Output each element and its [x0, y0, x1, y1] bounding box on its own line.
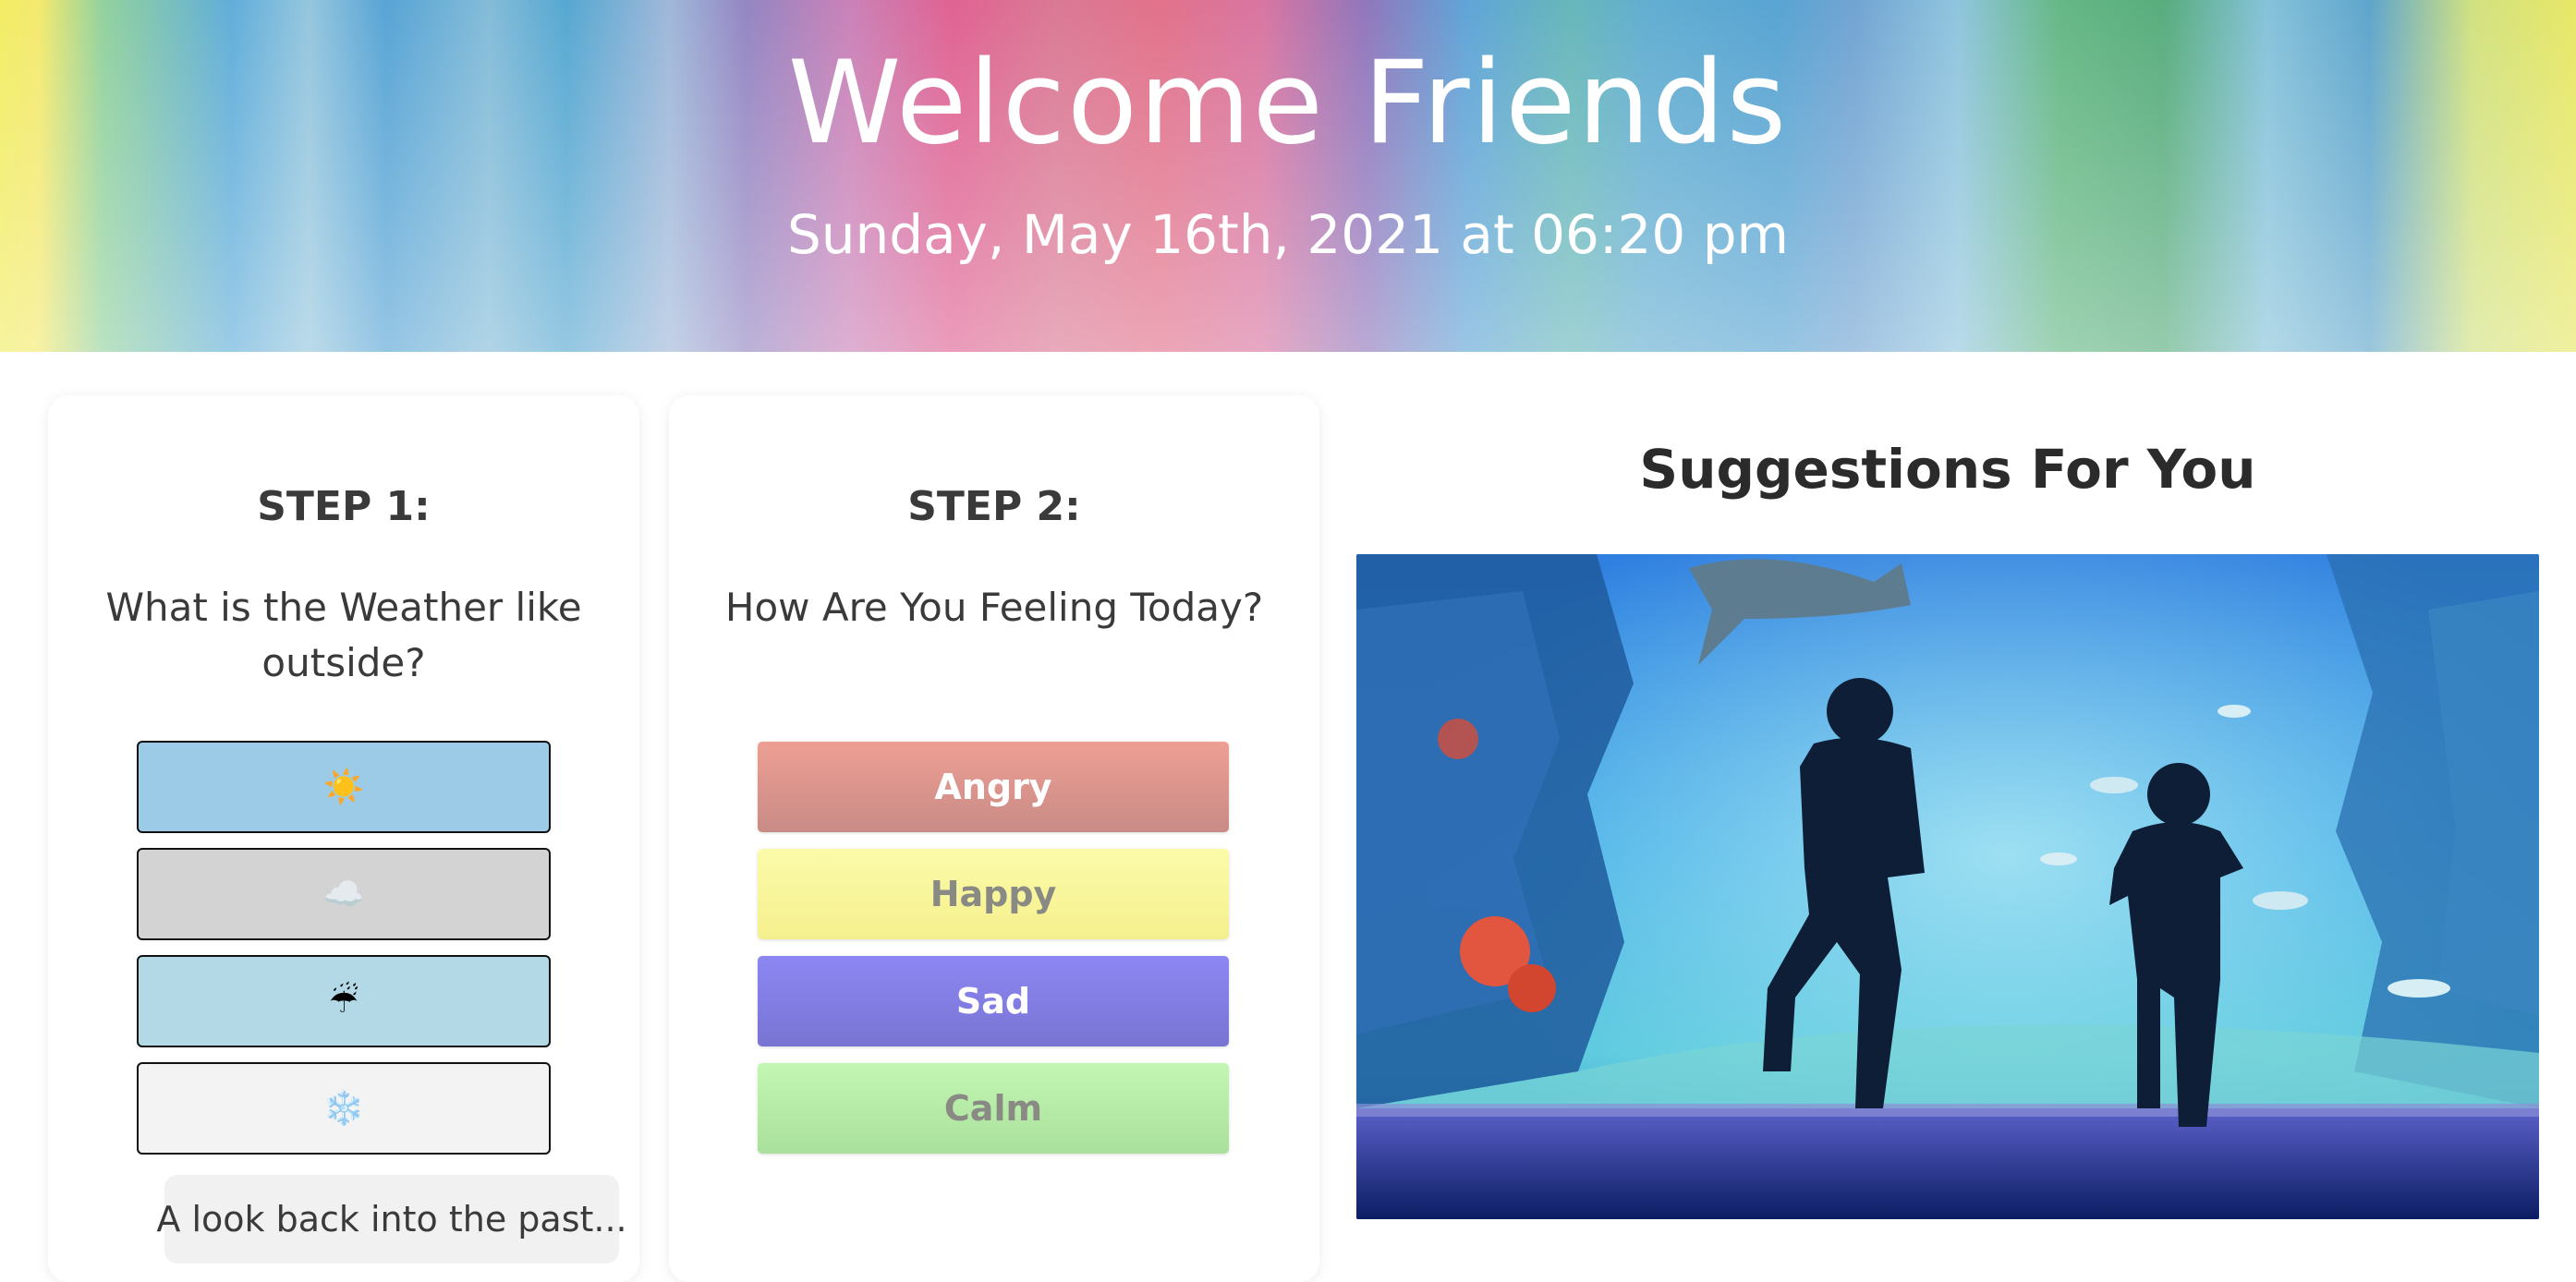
- umbrella-rain-icon: ☔: [328, 982, 359, 1021]
- rainy-button[interactable]: ☔: [137, 955, 551, 1047]
- calm-button[interactable]: Calm: [758, 1063, 1229, 1154]
- history-button[interactable]: A look back into the past...: [156, 1175, 627, 1264]
- cloud-icon: ☁️: [322, 876, 365, 913]
- weather-card: STEP 1: What is the Weather like outside…: [48, 395, 639, 1282]
- happy-button[interactable]: Happy: [758, 849, 1229, 939]
- mood-card: STEP 2: How Are You Feeling Today? Angry…: [669, 395, 1319, 1282]
- step2-title: STEP 2:: [907, 483, 1081, 530]
- snowflake-icon: ❄️: [322, 1090, 365, 1128]
- suggestion-image[interactable]: [1356, 554, 2539, 1219]
- weather-question: What is the Weather like outside?: [105, 585, 582, 685]
- aquarium-illustration: [1356, 554, 2539, 1219]
- angry-button[interactable]: Angry: [758, 742, 1229, 832]
- snowy-button[interactable]: ❄️: [137, 1062, 551, 1155]
- sun-icon: ☀️: [322, 768, 365, 806]
- current-datetime: Sunday, May 16th, 2021 at 06:20 pm: [786, 203, 1790, 266]
- mood-question: How Are You Feeling Today?: [724, 585, 1264, 630]
- page-title: Welcome Friends: [787, 37, 1789, 170]
- header-banner: Welcome Friends Sunday, May 16th, 2021 a…: [0, 0, 2576, 352]
- sad-button[interactable]: Sad: [758, 956, 1229, 1046]
- cloudy-button[interactable]: ☁️: [137, 848, 551, 940]
- suggestions-title: Suggestions For You: [1639, 438, 2256, 501]
- sunny-button[interactable]: ☀️: [137, 741, 551, 833]
- step1-title: STEP 1:: [257, 483, 431, 530]
